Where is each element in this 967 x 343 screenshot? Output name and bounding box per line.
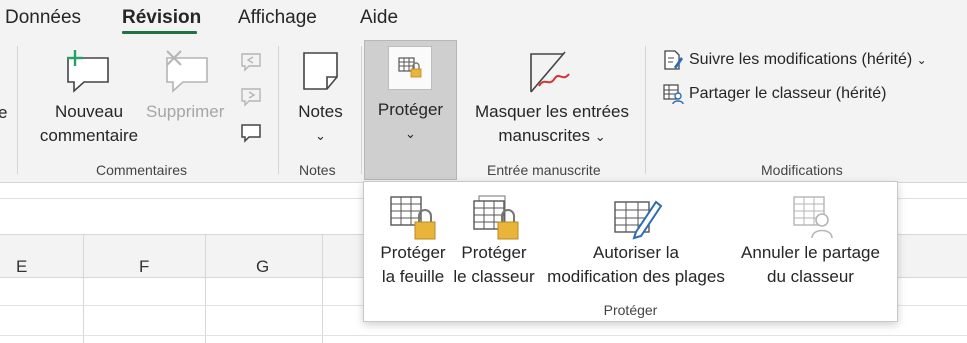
- protect-workbook-label-2: le classeur: [453, 267, 535, 286]
- chevron-down-icon: ⌄: [916, 53, 927, 67]
- hide-ink-button[interactable]: Masquer les entrées manuscrites ⌄: [468, 100, 636, 149]
- protect-dropdown-menu: Protéger la feuille Protéger le classeur…: [363, 181, 898, 322]
- track-changes-button[interactable]: Suivre les modifications (hérité) ⌄: [689, 51, 927, 69]
- chevron-down-icon: ⌄: [405, 126, 416, 141]
- allow-edit-ranges-item[interactable]: Autoriser la modification des plages: [539, 241, 733, 289]
- column-divider: [205, 234, 206, 343]
- tab-revision[interactable]: Révision: [122, 7, 201, 29]
- track-changes-label: Suivre les modifications (hérité): [689, 51, 913, 68]
- group-label-ink: Entrée manuscrite: [487, 162, 601, 178]
- previous-comment-icon: [239, 51, 263, 73]
- partial-button-label: e: [0, 103, 8, 122]
- column-header-g[interactable]: G: [256, 257, 269, 277]
- protect-sheet-label-2: la feuille: [381, 267, 445, 286]
- protect-workbook-icon: [471, 194, 521, 242]
- group-separator: [17, 46, 18, 174]
- chevron-down-icon: ⌄: [315, 128, 326, 143]
- new-comment-icon[interactable]: [62, 48, 114, 94]
- column-divider: [322, 234, 323, 343]
- hide-ink-icon[interactable]: [527, 48, 575, 96]
- row-divider: [0, 335, 967, 336]
- dropdown-group-label: Protéger: [603, 302, 658, 318]
- new-comment-label-1: Nouveau: [54, 102, 124, 121]
- active-tab-indicator: [122, 31, 197, 34]
- ribbon: e Nouveau commentaire Supprimer Commenta…: [0, 38, 967, 183]
- allow-edit-ranges-label-1: Autoriser la: [593, 243, 679, 262]
- tab-donnees[interactable]: Données: [5, 7, 81, 29]
- new-comment-label-2: commentaire: [39, 126, 139, 145]
- group-label-notes: Notes: [299, 162, 336, 178]
- share-workbook-button[interactable]: Partager le classeur (hérité): [689, 85, 886, 103]
- show-comments-icon[interactable]: [239, 122, 263, 144]
- unshare-workbook-icon: [788, 194, 836, 240]
- notes-icon[interactable]: [299, 49, 343, 93]
- tab-aide[interactable]: Aide: [360, 7, 398, 29]
- track-changes-icon: [662, 49, 684, 71]
- notes-button[interactable]: Notes ⌄: [288, 100, 353, 148]
- group-separator: [645, 46, 646, 174]
- allow-edit-ranges-label-2: modification des plages: [547, 267, 725, 286]
- protect-workbook-label-1: Protéger: [461, 243, 527, 262]
- share-workbook-icon: [662, 83, 684, 105]
- hide-ink-label-1: Masquer les entrées: [474, 102, 630, 121]
- unshare-workbook-label-1: Annuler le partage: [741, 243, 880, 262]
- column-divider: [83, 234, 84, 343]
- tab-affichage[interactable]: Affichage: [238, 7, 317, 29]
- protect-icon: [388, 46, 432, 90]
- new-comment-button[interactable]: Nouveau commentaire: [30, 100, 148, 148]
- allow-edit-ranges-icon: [612, 194, 664, 240]
- protect-sheet-icon: [388, 194, 438, 242]
- unshare-workbook-label-2: du classeur: [767, 267, 854, 286]
- hide-ink-label-2: manuscrites: [498, 126, 590, 145]
- group-label-comments: Commentaires: [96, 162, 188, 178]
- column-header-f[interactable]: F: [139, 257, 149, 277]
- protect-sheet-label-1: Protéger: [380, 243, 446, 262]
- protect-workbook-item[interactable]: Protéger le classeur: [452, 241, 536, 289]
- group-separator: [278, 46, 279, 174]
- unshare-workbook-item: Annuler le partage du classeur: [734, 241, 887, 289]
- column-header-e[interactable]: E: [16, 257, 27, 277]
- group-label-changes: Modifications: [761, 162, 843, 178]
- notes-label: Notes: [298, 102, 343, 121]
- protect-label: Protéger: [377, 100, 444, 119]
- next-comment-icon: [239, 86, 263, 108]
- protect-sheet-item[interactable]: Protéger la feuille: [376, 241, 450, 289]
- ribbon-tab-bar: Données Révision Affichage Aide: [0, 0, 967, 38]
- delete-comment-button: Supprimer: [146, 102, 225, 121]
- protect-button-label: Protéger ⌄: [364, 98, 457, 146]
- chevron-down-icon: ⌄: [594, 129, 606, 144]
- group-separator: [361, 46, 362, 174]
- delete-comment-icon: [161, 48, 213, 94]
